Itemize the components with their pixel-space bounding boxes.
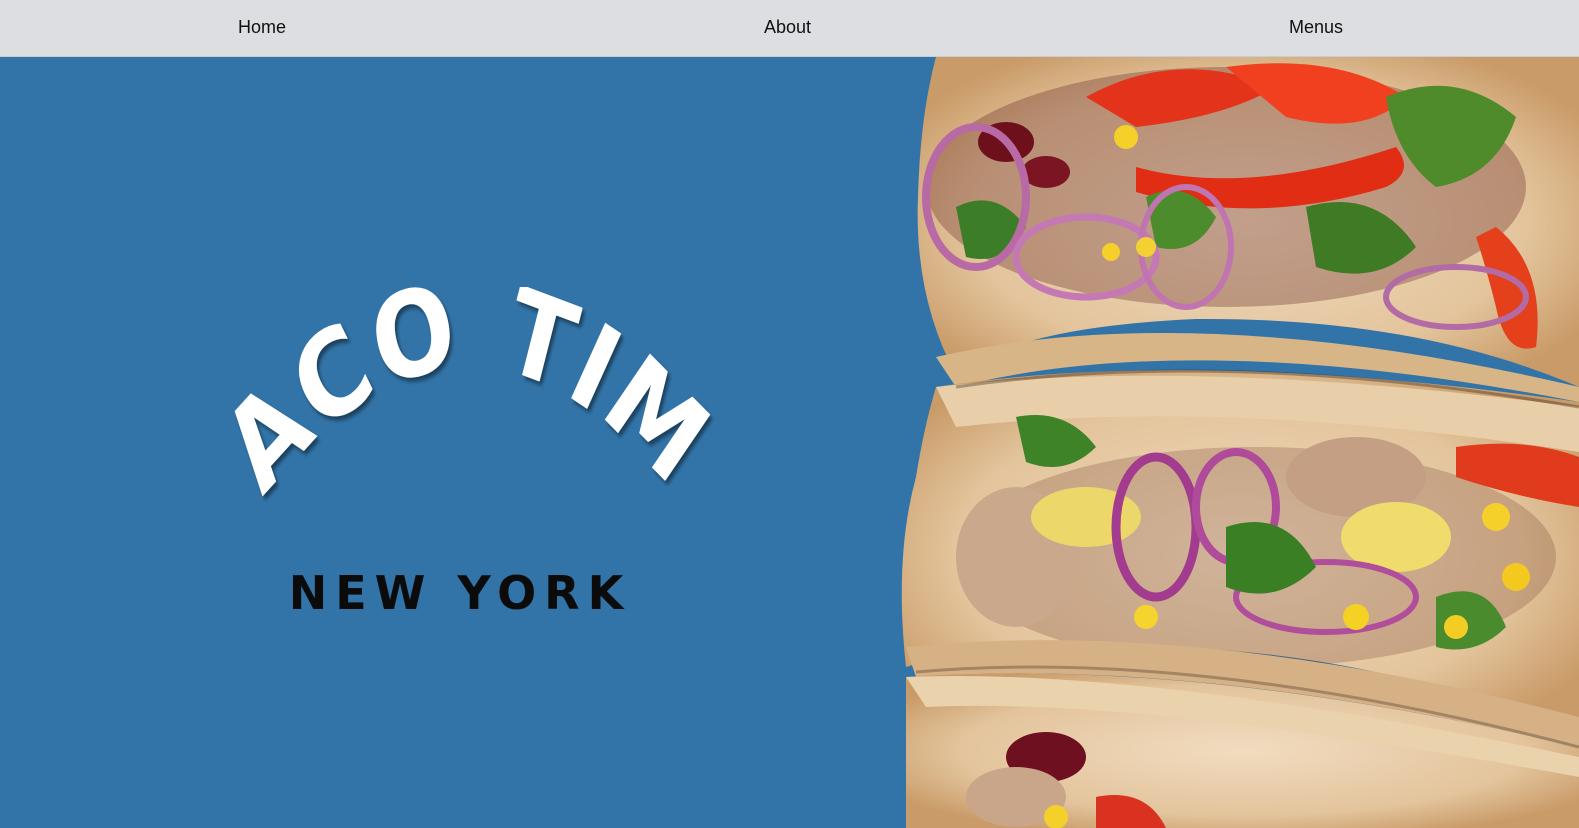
logo-title-text: TACO TIME: [182, 287, 730, 518]
logo-subtitle-text: NEW YORK: [289, 566, 632, 620]
nav-link-home[interactable]: Home: [238, 17, 286, 38]
nav-link-about[interactable]: About: [764, 17, 811, 38]
top-navigation: Home About Menus: [0, 0, 1579, 57]
hero-section: TACO TIME NEW YORK: [0, 57, 1579, 828]
nav-link-menus[interactable]: Menus: [1289, 17, 1343, 38]
taco-top: [917, 57, 1579, 402]
taco-time-logo: TACO TIME NEW YORK: [182, 287, 730, 620]
tacos-image: [901, 57, 1579, 828]
